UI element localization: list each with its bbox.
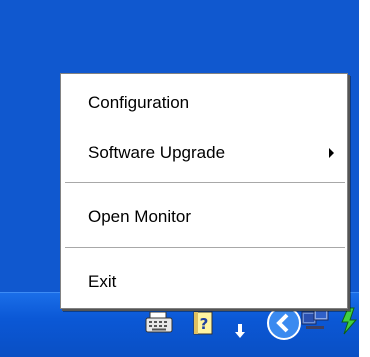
menu-item-configuration[interactable]: Configuration	[61, 88, 347, 118]
network-icon[interactable]	[300, 306, 332, 336]
green-app-icon[interactable]	[338, 306, 362, 336]
desktop-edge	[359, 0, 370, 356]
svg-text:?: ?	[200, 315, 209, 333]
help-icon[interactable]: ?	[190, 310, 216, 338]
menu-item-open-monitor[interactable]: Open Monitor	[61, 202, 347, 232]
show-hidden-icons-chevron[interactable]	[266, 305, 302, 341]
menu-item-exit[interactable]: Exit	[61, 267, 347, 297]
menu-separator	[65, 247, 345, 248]
menu-item-label: Open Monitor	[88, 207, 191, 226]
tray-context-menu: Configuration Software Upgrade Open Moni…	[60, 73, 348, 309]
menu-item-software-upgrade[interactable]: Software Upgrade	[61, 138, 347, 168]
menu-item-label: Configuration	[88, 93, 190, 112]
menu-item-label: Software Upgrade	[88, 143, 226, 162]
submenu-arrow-icon	[329, 148, 334, 158]
keyboard-icon[interactable]	[145, 312, 173, 334]
menu-separator	[65, 182, 345, 183]
menu-item-label: Exit	[88, 272, 117, 291]
